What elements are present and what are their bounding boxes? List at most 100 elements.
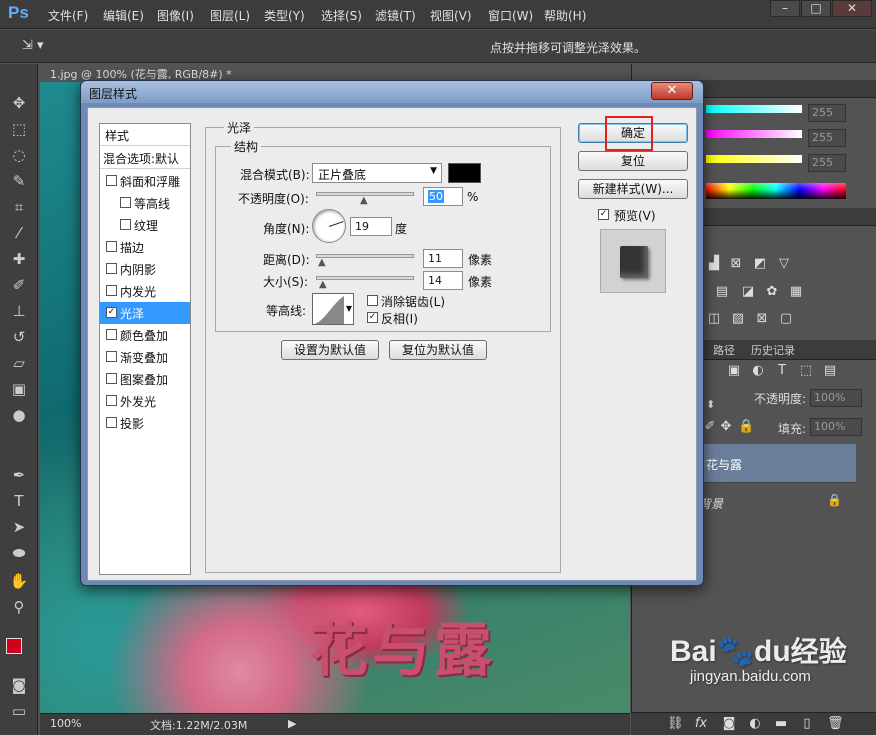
tab-history[interactable]: 历史记录: [751, 342, 795, 358]
blend-mode-select[interactable]: 正片叠底 ▼: [312, 163, 442, 183]
style-item[interactable]: 图案叠加: [100, 368, 190, 390]
new-style-button[interactable]: 新建样式(W)...: [578, 179, 688, 199]
angle-dial[interactable]: [312, 209, 346, 243]
distance-slider[interactable]: [316, 254, 414, 258]
style-checkbox[interactable]: [106, 263, 117, 274]
distance-field[interactable]: 11: [423, 249, 463, 268]
style-checkbox[interactable]: [120, 219, 131, 230]
menu-view[interactable]: 视图(V): [430, 7, 472, 24]
menu-select[interactable]: 选择(S): [321, 7, 362, 24]
levels-icon[interactable]: ▟: [706, 256, 722, 272]
filter-shape-icon[interactable]: ⬚: [798, 363, 814, 379]
menu-image[interactable]: 图像(I): [157, 7, 194, 24]
type-tool-icon[interactable]: T: [8, 490, 30, 512]
invert-icon[interactable]: ◫: [706, 311, 722, 327]
photo-filter-icon[interactable]: ✿: [764, 284, 780, 300]
color-value-1[interactable]: 255: [808, 104, 846, 122]
preview-checkbox[interactable]: ✓: [598, 209, 609, 220]
style-item[interactable]: 外发光: [100, 390, 190, 412]
blending-options[interactable]: 混合选项:默认: [100, 147, 190, 169]
dialog-titlebar[interactable]: 图层样式 ✕: [81, 81, 703, 103]
new-fill-layer-icon[interactable]: ◐: [747, 716, 763, 732]
crop-tool-icon[interactable]: ⌗: [8, 196, 30, 218]
style-item[interactable]: 渐变叠加: [100, 346, 190, 368]
vibrance-icon[interactable]: ▽: [776, 256, 792, 272]
color-balance-icon[interactable]: ◪: [740, 284, 756, 300]
screen-mode-icon[interactable]: ▭: [8, 700, 30, 722]
style-item[interactable]: ✓ 光泽: [100, 302, 190, 324]
channel-mixer-icon[interactable]: ▦: [788, 284, 804, 300]
contour-dropdown-icon[interactable]: ▼: [346, 304, 352, 313]
menu-file[interactable]: 文件(F): [48, 7, 88, 24]
status-menu-arrow-icon[interactable]: ▶: [288, 717, 296, 730]
zoom-level[interactable]: 100%: [50, 717, 81, 730]
menu-help[interactable]: 帮助(H): [544, 7, 586, 24]
filter-type-icon[interactable]: T: [774, 363, 790, 379]
lock-pixels-icon[interactable]: ✐: [702, 419, 718, 435]
maximize-icon[interactable]: □: [801, 0, 831, 17]
menu-filter[interactable]: 滤镜(T): [375, 7, 416, 24]
style-checkbox[interactable]: [120, 197, 131, 208]
shape-tool-icon[interactable]: ⬬: [8, 542, 30, 564]
style-item[interactable]: 等高线: [100, 192, 190, 214]
menu-window[interactable]: 窗口(W): [488, 7, 533, 24]
history-brush-tool-icon[interactable]: ↺: [8, 326, 30, 348]
foreground-color-swatch[interactable]: [6, 638, 22, 654]
eraser-tool-icon[interactable]: ▱: [8, 352, 30, 374]
zoom-tool-icon[interactable]: ⚲: [8, 596, 30, 618]
opacity-field[interactable]: 50: [423, 187, 463, 206]
fx-icon[interactable]: fx: [693, 716, 709, 732]
layer-opacity-field[interactable]: 100%: [810, 389, 862, 407]
style-checkbox[interactable]: [106, 241, 117, 252]
threshold-icon[interactable]: ⊠: [754, 311, 770, 327]
color-slider-magenta[interactable]: [706, 130, 802, 138]
reset-button[interactable]: 复位: [578, 151, 688, 171]
dodge-tool-icon[interactable]: ●: [8, 404, 30, 426]
healing-tool-icon[interactable]: ✚: [8, 248, 30, 270]
new-layer-icon[interactable]: ▯: [799, 716, 815, 732]
move-tool-icon[interactable]: ✥: [8, 92, 30, 114]
invert-checkbox[interactable]: ✓: [367, 312, 378, 323]
dialog-close-icon[interactable]: ✕: [651, 82, 693, 100]
layer-fill-field[interactable]: 100%: [810, 418, 862, 436]
move-tool-preset-icon[interactable]: ⇲ ▾: [22, 38, 44, 53]
lock-position-icon[interactable]: ✥: [718, 419, 734, 435]
style-item[interactable]: 内阴影: [100, 258, 190, 280]
style-checkbox[interactable]: [106, 395, 117, 406]
size-field[interactable]: 14: [423, 271, 463, 290]
minimize-icon[interactable]: –: [770, 0, 800, 17]
angle-field[interactable]: 19: [350, 217, 392, 236]
style-checkbox[interactable]: [106, 329, 117, 340]
new-group-icon[interactable]: ▬: [773, 716, 789, 732]
color-slider-yellow[interactable]: [706, 155, 802, 163]
style-checkbox[interactable]: [106, 351, 117, 362]
link-layers-icon[interactable]: ⛓: [667, 716, 684, 732]
tab-paths[interactable]: 路径: [713, 342, 735, 358]
delete-layer-icon[interactable]: 🗑: [827, 716, 844, 732]
opacity-slider-thumb[interactable]: ▲: [360, 196, 369, 206]
menu-layer[interactable]: 图层(L): [210, 7, 250, 24]
filter-adjustment-icon[interactable]: ◐: [750, 363, 766, 379]
size-slider[interactable]: [316, 276, 414, 280]
quick-select-tool-icon[interactable]: ✎: [8, 170, 30, 192]
posterize-icon[interactable]: ▨: [730, 311, 746, 327]
menu-edit[interactable]: 编辑(E): [103, 7, 144, 24]
exposure-icon[interactable]: ◩: [752, 256, 768, 272]
style-checkbox[interactable]: [106, 373, 117, 384]
blend-color-swatch[interactable]: [448, 163, 481, 183]
lasso-tool-icon[interactable]: ◌: [8, 144, 30, 166]
lock-all-icon[interactable]: 🔒: [738, 419, 754, 435]
size-slider-thumb[interactable]: ▲: [319, 280, 328, 290]
set-default-button[interactable]: 设置为默认值: [281, 340, 379, 360]
selective-color-icon[interactable]: ▢: [778, 311, 794, 327]
style-item[interactable]: 颜色叠加: [100, 324, 190, 346]
quick-mask-icon[interactable]: ◙: [8, 674, 30, 696]
filter-smart-icon[interactable]: ▤: [822, 363, 838, 379]
style-checkbox[interactable]: [106, 417, 117, 428]
contour-picker[interactable]: ▼: [312, 293, 354, 325]
hand-tool-icon[interactable]: ✋: [8, 570, 30, 592]
style-checkbox[interactable]: [106, 175, 117, 186]
curves-icon[interactable]: ⊠: [728, 256, 744, 272]
style-checkbox[interactable]: [106, 285, 117, 296]
hue-saturation-icon[interactable]: ▤: [714, 284, 730, 300]
